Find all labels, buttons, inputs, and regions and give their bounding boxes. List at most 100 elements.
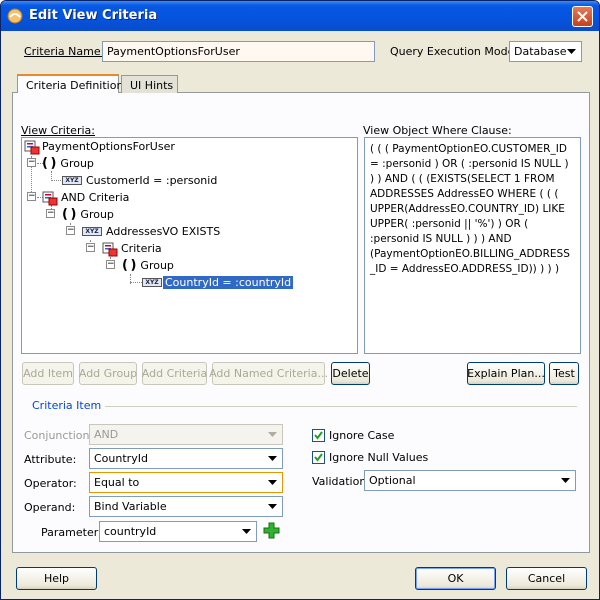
tree-node-label: Group (60, 157, 94, 170)
operand-value: Bind Variable (94, 500, 167, 513)
help-button[interactable]: Help (16, 567, 97, 590)
view-criteria-tree[interactable]: PaymentOptionsForUser − ( ) Group XYZ Cu… (21, 137, 358, 354)
close-icon (577, 11, 588, 22)
group-icon: ( ) (62, 207, 76, 222)
query-execution-mode-value: Database (514, 45, 567, 58)
where-clause-text[interactable]: ( ( ( PaymentOptionEO.CUSTOMER_ID = :per… (364, 137, 581, 354)
tree-node[interactable]: ( ) Group (62, 206, 116, 223)
tree-node-label: Group (140, 259, 174, 272)
add-parameter-button[interactable] (263, 522, 280, 539)
add-item-button[interactable]: Add Item (22, 362, 74, 385)
group-icon: ( ) (42, 156, 56, 171)
parameter-select[interactable]: countryId (99, 521, 257, 542)
tab-ui-hints[interactable]: UI Hints (121, 75, 178, 93)
view-criteria-label: View Criteria: (21, 124, 95, 137)
ignore-case-checkbox[interactable] (312, 429, 325, 442)
tab-criteria-definition[interactable]: Criteria Definition (17, 74, 123, 93)
collapse-icon[interactable]: − (46, 209, 55, 218)
validation-label: Validation: (312, 475, 371, 488)
title-bar: Edit View Criteria (1, 1, 599, 31)
edit-view-criteria-dialog: Edit View Criteria Criteria Name: Paymen… (0, 0, 600, 600)
app-icon (7, 8, 23, 24)
tab-ui-hints-label: UI Hints (130, 79, 174, 92)
chevron-down-icon (264, 426, 281, 443)
operand-select[interactable]: Bind Variable (89, 496, 283, 517)
collapse-icon[interactable]: − (27, 192, 36, 201)
explain-plan-button[interactable]: Explain Plan... (467, 362, 545, 385)
criteria-icon (102, 242, 118, 256)
attribute-label: Attribute: (24, 453, 77, 466)
close-button[interactable] (572, 6, 593, 27)
conjunction-value: AND (94, 428, 119, 441)
tree-node-label: AND Criteria (61, 191, 130, 204)
criteria-icon (42, 191, 58, 205)
chevron-down-icon (264, 450, 281, 467)
operand-label: Operand: (24, 501, 76, 514)
tree-node-selected[interactable]: XYZ CountryId = :countryId (142, 274, 294, 291)
tree-node[interactable]: XYZ AddressesVO EXISTS (82, 223, 222, 240)
query-execution-mode-label: Query Execution Mode: (390, 45, 519, 58)
add-group-button[interactable]: Add Group (79, 362, 137, 385)
tree-node-label: Group (80, 208, 114, 221)
add-criteria-button[interactable]: Add Criteria (142, 362, 207, 385)
view-criteria-label-text: View Criteria: (21, 124, 95, 137)
where-clause-label: View Object Where Clause: (363, 124, 512, 137)
ignore-null-values-checkbox[interactable] (312, 451, 325, 464)
group-icon: ( ) (122, 258, 136, 273)
tab-criteria-definition-label: Criteria Definition (26, 79, 124, 92)
tree-node[interactable]: ( ) Group (122, 257, 176, 274)
criteria-item-section-label: Criteria Item (32, 399, 102, 412)
tree-node[interactable]: AND Criteria (42, 189, 131, 206)
attribute-icon: XYZ (142, 278, 162, 287)
parameter-value: countryId (104, 525, 157, 538)
tree-connector (130, 282, 142, 283)
chevron-down-icon (557, 472, 574, 489)
chevron-down-icon (563, 43, 580, 60)
collapse-icon[interactable]: − (86, 243, 95, 252)
attribute-icon: XYZ (62, 176, 82, 185)
criteria-name-field[interactable]: PaymentOptionsForUser (102, 41, 375, 62)
tree-node[interactable]: Criteria (102, 240, 164, 257)
plus-icon (263, 522, 280, 539)
attribute-value: CountryId (94, 452, 148, 465)
tree-node[interactable]: ( ) Group (42, 155, 96, 172)
criteria-name-label: Criteria Name: (24, 45, 104, 58)
ignore-null-values-label[interactable]: Ignore Null Values (329, 451, 428, 464)
criteria-icon (24, 140, 40, 154)
add-named-criteria-button[interactable]: Add Named Criteria... (209, 362, 328, 385)
tree-node[interactable]: PaymentOptionsForUser (24, 138, 177, 155)
conjunction-select[interactable]: AND (89, 424, 283, 445)
validation-value: Optional (369, 474, 416, 487)
operator-value: Equal to (94, 476, 140, 489)
query-execution-mode-select[interactable]: Database (509, 41, 582, 62)
test-button[interactable]: Test (549, 362, 579, 385)
check-icon (314, 453, 323, 462)
ok-button[interactable]: OK (415, 567, 496, 590)
ignore-case-label[interactable]: Ignore Case (329, 429, 394, 442)
criteria-name-label-text: Criteria Name: (24, 45, 105, 58)
tree-node-label: Criteria (121, 242, 162, 255)
chevron-down-icon (238, 523, 255, 540)
parameter-label: Parameter: (41, 526, 102, 539)
operator-label: Operator: (24, 477, 77, 490)
tree-node-label: CountryId = :countryId (163, 276, 294, 289)
delete-button[interactable]: Delete (331, 362, 370, 385)
attribute-select[interactable]: CountryId (89, 448, 283, 469)
section-divider (105, 406, 577, 407)
tree-node-label: AddressesVO EXISTS (106, 225, 221, 238)
attribute-icon: XYZ (82, 227, 102, 236)
tree-node-label: PaymentOptionsForUser (42, 140, 175, 153)
validation-select[interactable]: Optional (364, 470, 576, 491)
cancel-button[interactable]: Cancel (506, 567, 587, 590)
tree-node-label: CustomerId = :personid (86, 174, 218, 187)
check-icon (314, 431, 323, 440)
conjunction-label: Conjunction: (24, 429, 94, 442)
collapse-icon[interactable]: − (27, 158, 36, 167)
tree-node[interactable]: XYZ CustomerId = :personid (62, 172, 219, 189)
chevron-down-icon (264, 498, 281, 515)
collapse-icon[interactable]: − (106, 260, 115, 269)
operator-select[interactable]: Equal to (89, 472, 283, 493)
window-title: Edit View Criteria (29, 8, 158, 23)
collapse-icon[interactable]: − (66, 226, 75, 235)
chevron-down-icon (264, 474, 281, 491)
